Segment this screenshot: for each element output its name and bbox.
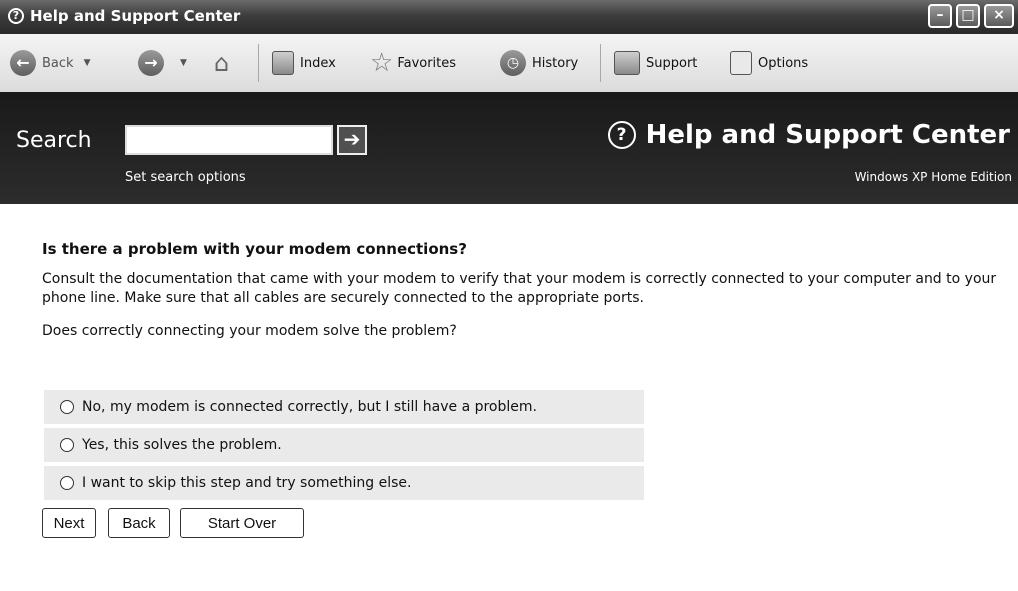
options-label: Options	[758, 55, 809, 71]
help-icon: ?	[607, 121, 636, 149]
back-label: Back	[42, 55, 74, 71]
index-label: Index	[300, 55, 336, 71]
close-button[interactable]: ×	[984, 4, 1014, 28]
next-button[interactable]: Next	[42, 508, 96, 538]
radio-button[interactable]	[60, 400, 74, 414]
star-icon: ☆	[370, 48, 394, 78]
radio-button[interactable]	[60, 438, 74, 452]
search-options-link[interactable]: Set search options	[125, 170, 246, 185]
back-nav-button[interactable]: Back	[108, 508, 170, 538]
home-button[interactable]: ⌂	[214, 47, 229, 79]
edition-label: Windows XP Home Edition	[854, 170, 1012, 184]
forward-button[interactable]: → ▼	[138, 47, 187, 79]
maximize-button[interactable]: □	[956, 4, 980, 28]
clock-icon: ◷	[500, 50, 526, 76]
arrow-right-icon: ➔	[343, 127, 361, 151]
history-button[interactable]: ◷ History	[500, 47, 578, 79]
brand-title: ? Help and Support Center	[607, 120, 1010, 150]
option-label: No, my modem is connected correctly, but…	[82, 399, 537, 415]
toolbar: ← Back ▼ → ▼ ⌂ Index ☆ Favorites ◷ Histo…	[0, 34, 1018, 93]
search-input[interactable]	[125, 125, 333, 155]
search-band: Search ➔ Set search options ? Help and S…	[0, 92, 1018, 204]
main-content: Is there a problem with your modem conne…	[0, 204, 1018, 591]
help-icon: ?	[8, 8, 24, 24]
option-yes[interactable]: Yes, this solves the problem.	[44, 428, 644, 462]
instructions-paragraph: Consult the documentation that came with…	[42, 271, 997, 306]
favorites-button[interactable]: ☆ Favorites	[370, 47, 456, 79]
favorites-label: Favorites	[397, 55, 457, 71]
minimize-button[interactable]: –	[928, 4, 952, 28]
question-heading: Is there a problem with your modem conne…	[42, 240, 467, 258]
home-icon: ⌂	[214, 49, 230, 77]
title-bar: ? Help and Support Center – □ ×	[0, 0, 1018, 34]
toolbar-divider	[600, 44, 601, 82]
option-label: I want to skip this step and try somethi…	[82, 475, 412, 491]
question-prompt: Does correctly connecting your modem sol…	[42, 323, 457, 339]
book-icon	[272, 51, 294, 75]
index-button[interactable]: Index	[272, 47, 336, 79]
window-title: Help and Support Center	[30, 7, 241, 25]
option-label: Yes, this solves the problem.	[82, 437, 282, 453]
back-button[interactable]: ← Back ▼	[10, 47, 90, 79]
radio-button[interactable]	[60, 476, 74, 490]
search-go-button[interactable]: ➔	[337, 125, 367, 155]
support-label: Support	[646, 55, 698, 71]
chevron-down-icon[interactable]: ▼	[84, 58, 91, 68]
back-arrow-icon: ←	[10, 50, 36, 76]
toolbar-divider	[258, 44, 259, 82]
support-button[interactable]: Support	[614, 47, 697, 79]
chevron-down-icon[interactable]: ▼	[180, 58, 187, 68]
search-label: Search	[16, 128, 92, 153]
forward-arrow-icon: →	[138, 50, 164, 76]
history-label: History	[532, 55, 579, 71]
support-icon	[614, 51, 640, 75]
brand-title-text: Help and Support Center	[645, 120, 1010, 150]
option-no[interactable]: No, my modem is connected correctly, but…	[44, 390, 644, 424]
options-button[interactable]: Options	[730, 47, 808, 79]
checklist-icon	[730, 51, 752, 75]
option-skip[interactable]: I want to skip this step and try somethi…	[44, 466, 644, 500]
start-over-button[interactable]: Start Over	[180, 508, 304, 538]
